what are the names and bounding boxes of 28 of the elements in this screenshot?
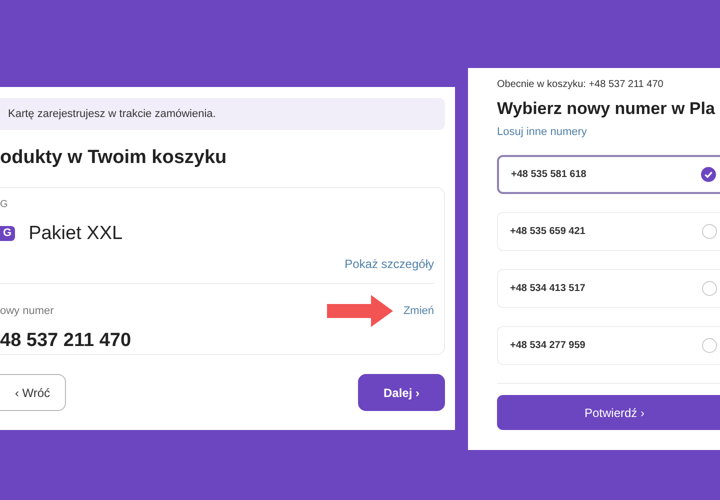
change-link[interactable]: Zmień [403, 302, 434, 320]
back-button[interactable]: ‹ Wróć [0, 374, 66, 411]
number-option[interactable]: +48 534 413 517 [497, 269, 720, 308]
next-button[interactable]: Dalej › [358, 374, 445, 411]
number-text: +48 534 277 959 [510, 339, 586, 353]
product-name: Pakiet XXL [28, 224, 123, 243]
current-number-text: Obecnie w koszyku: +48 537 211 470 [497, 80, 664, 90]
radio-icon [702, 281, 717, 296]
network-badge: G [0, 226, 15, 241]
cart-title: odukty w Twoim koszyku [0, 148, 228, 167]
pointer-arrow [327, 295, 394, 327]
category-label: G [0, 200, 9, 210]
number-text: +48 535 659 421 [510, 225, 586, 239]
radio-icon [702, 338, 717, 353]
number-option[interactable]: +48 535 659 421 [497, 212, 720, 251]
number-label: owy numer [0, 304, 54, 319]
confirm-button[interactable]: Potwierdź › [497, 395, 720, 430]
number-option[interactable]: +48 535 581 618 [497, 155, 720, 194]
number-text: +48 535 581 618 [511, 168, 586, 182]
notice-text: Kartę zarejestrujesz w trakcie zamówienia. [8, 106, 216, 122]
shuffle-link[interactable]: Losuj inne numery [497, 127, 587, 138]
phone-number: 48 537 211 470 [0, 331, 132, 350]
radio-icon [702, 224, 717, 239]
details-link[interactable]: Pokaż szczegóły [344, 255, 434, 273]
number-text: +48 534 413 517 [510, 282, 586, 296]
number-option[interactable]: +48 534 277 959 [497, 326, 720, 365]
picker-title: Wybierz nowy numer w Pla [497, 100, 716, 117]
checked-radio-icon [701, 167, 716, 182]
